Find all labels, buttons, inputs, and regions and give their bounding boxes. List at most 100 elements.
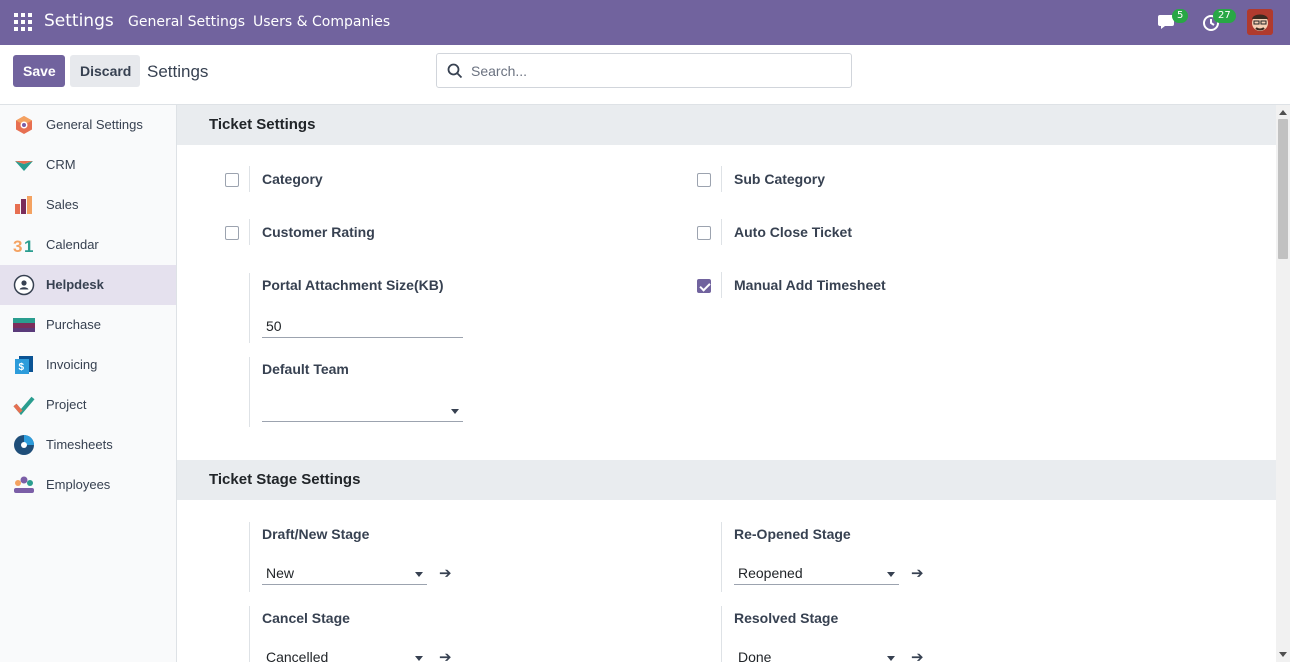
- employees-icon: [14, 476, 34, 493]
- portal-attachment-input[interactable]: 50: [262, 314, 463, 338]
- svg-text:$: $: [19, 362, 25, 373]
- default-team-select[interactable]: [262, 398, 463, 422]
- invoicing-icon: $: [15, 356, 33, 374]
- section-title: Ticket Stage Settings: [209, 471, 361, 488]
- settings-sidebar: General Settings CRM Sales 3 1 Calendar …: [0, 105, 177, 662]
- divider: [249, 166, 250, 192]
- auto-close-ticket-label: Auto Close Ticket: [734, 224, 852, 240]
- resolved-stage-label: Resolved Stage: [734, 610, 839, 626]
- sidebar-item-crm[interactable]: CRM: [0, 145, 176, 185]
- project-icon: [13, 396, 35, 416]
- chevron-down-icon: [887, 656, 895, 661]
- customer-rating-label: Customer Rating: [262, 224, 375, 240]
- sub-category-label: Sub Category: [734, 171, 826, 187]
- reopened-stage-value: Reopened: [738, 565, 803, 581]
- control-panel: Save Discard Settings: [0, 45, 1290, 105]
- sidebar-item-helpdesk[interactable]: Helpdesk: [0, 265, 176, 305]
- resolved-stage-select[interactable]: Done: [734, 645, 899, 662]
- divider: [249, 273, 250, 343]
- auto-close-ticket-checkbox[interactable]: [697, 226, 711, 240]
- default-team-label: Default Team: [262, 361, 349, 377]
- scroll-down-arrow-icon[interactable]: [1279, 652, 1287, 657]
- calendar-icon: 3 1: [13, 237, 33, 256]
- search-icon: [447, 63, 463, 79]
- external-link-arrow-icon[interactable]: ➔: [439, 648, 452, 662]
- external-link-arrow-icon[interactable]: ➔: [911, 564, 924, 582]
- draft-new-stage-select[interactable]: New: [262, 561, 427, 585]
- menu-users-companies[interactable]: Users & Companies: [253, 14, 390, 30]
- scroll-thumb[interactable]: [1278, 119, 1288, 259]
- search-box: [436, 53, 852, 88]
- sidebar-item-employees[interactable]: Employees: [0, 465, 176, 505]
- section-ticket-settings: Ticket Settings: [177, 105, 1276, 145]
- sidebar-item-general-settings[interactable]: General Settings: [0, 105, 176, 145]
- cancel-stage-select[interactable]: Cancelled: [262, 645, 427, 662]
- user-avatar[interactable]: [1247, 9, 1273, 35]
- manual-add-timesheet-label: Manual Add Timesheet: [734, 277, 886, 293]
- sales-icon: [15, 196, 32, 214]
- sidebar-item-label: Sales: [46, 197, 79, 212]
- discard-button[interactable]: Discard: [70, 55, 140, 87]
- sidebar-item-label: Employees: [46, 477, 111, 492]
- chevron-down-icon: [415, 572, 423, 577]
- scroll-up-arrow-icon[interactable]: [1279, 110, 1287, 115]
- sidebar-item-invoicing[interactable]: $ Invoicing: [0, 345, 176, 385]
- draft-new-stage-value: New: [266, 565, 295, 581]
- apps-menu-icon[interactable]: [14, 13, 32, 31]
- chevron-down-icon: [451, 409, 459, 414]
- sidebar-item-label: Calendar: [46, 237, 99, 252]
- timesheets-icon: [14, 435, 34, 455]
- sidebar-item-purchase[interactable]: Purchase: [0, 305, 176, 345]
- purchase-icon: [13, 318, 35, 332]
- customer-rating-checkbox[interactable]: [225, 226, 239, 240]
- cancel-stage-label: Cancel Stage: [262, 610, 350, 626]
- helpdesk-icon: [13, 274, 35, 296]
- reopened-stage-select[interactable]: Reopened: [734, 561, 899, 585]
- resolved-stage-value: Done: [738, 649, 772, 662]
- sidebar-item-label: Project: [46, 397, 87, 412]
- manual-add-timesheet-checkbox[interactable]: [697, 279, 711, 293]
- sidebar-item-sales[interactable]: Sales: [0, 185, 176, 225]
- search-input[interactable]: [471, 54, 841, 87]
- section-title: Ticket Settings: [209, 116, 316, 133]
- sidebar-item-label: General Settings: [46, 117, 143, 132]
- messages-badge: 5: [1172, 9, 1189, 23]
- save-button[interactable]: Save: [13, 55, 65, 87]
- sidebar-item-label: CRM: [46, 157, 76, 172]
- sub-category-checkbox[interactable]: [697, 173, 711, 187]
- chevron-down-icon: [887, 572, 895, 577]
- divider: [249, 357, 250, 427]
- sidebar-item-label: Helpdesk: [46, 277, 104, 292]
- sidebar-item-label: Invoicing: [46, 357, 98, 372]
- portal-attachment-value: 50: [266, 318, 282, 334]
- reopened-stage-label: Re-Opened Stage: [734, 526, 851, 542]
- general-settings-icon: [16, 116, 32, 134]
- external-link-arrow-icon[interactable]: ➔: [911, 648, 924, 662]
- section-ticket-stage-settings: Ticket Stage Settings: [177, 460, 1276, 500]
- chevron-down-icon: [415, 656, 423, 661]
- divider: [721, 606, 722, 662]
- sidebar-item-project[interactable]: Project: [0, 385, 176, 425]
- settings-main: Ticket Settings Category Sub Category Cu…: [177, 105, 1276, 662]
- external-link-arrow-icon[interactable]: ➔: [439, 564, 452, 582]
- app-title[interactable]: Settings: [44, 11, 114, 31]
- divider: [721, 522, 722, 592]
- svg-text:1: 1: [24, 237, 33, 256]
- sidebar-item-label: Purchase: [46, 317, 101, 332]
- category-checkbox[interactable]: [225, 173, 239, 187]
- category-label: Category: [262, 171, 323, 187]
- activities-badge: 27: [1213, 9, 1236, 23]
- divider: [721, 272, 722, 298]
- svg-text:3: 3: [13, 237, 22, 256]
- vertical-scrollbar[interactable]: [1276, 105, 1290, 662]
- sidebar-item-label: Timesheets: [46, 437, 113, 452]
- draft-new-stage-label: Draft/New Stage: [262, 526, 370, 542]
- sidebar-item-calendar[interactable]: 3 1 Calendar: [0, 225, 176, 265]
- portal-attachment-label: Portal Attachment Size(KB): [262, 277, 444, 293]
- top-navbar: Settings General Settings Users & Compan…: [0, 0, 1290, 45]
- divider: [721, 166, 722, 192]
- sidebar-item-timesheets[interactable]: Timesheets: [0, 425, 176, 465]
- menu-general-settings[interactable]: General Settings: [128, 14, 245, 30]
- divider: [249, 606, 250, 662]
- crm-icon: [15, 161, 33, 171]
